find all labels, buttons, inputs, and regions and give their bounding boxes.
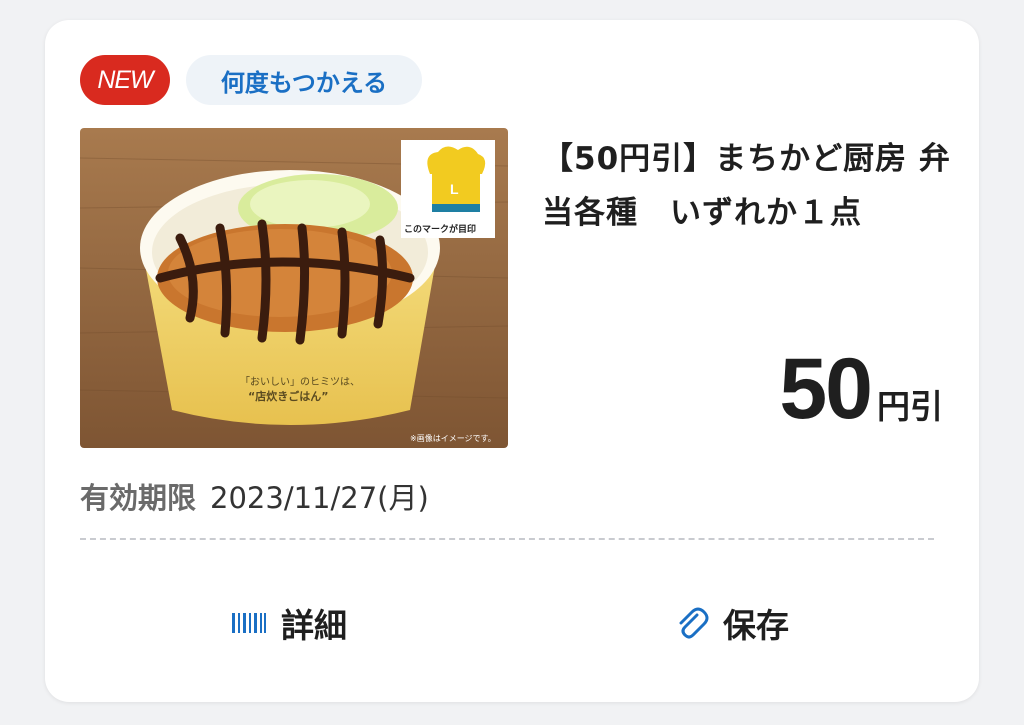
discount-amount: 50 円引 [779, 346, 943, 432]
reusable-badge: 何度もつかえる [186, 55, 422, 105]
coupon-card[interactable]: NEW 何度もつかえる 「おいしい」のヒミツは、 “店炊きごはん” L このマー… [45, 20, 979, 702]
paperclip-icon [673, 605, 709, 641]
reusable-badge-label: 何度もつかえる [220, 68, 388, 97]
coupon-title: 【50円引】まちかど厨房 弁当各種 いずれか１点 [542, 141, 951, 231]
dashed-divider [80, 538, 934, 540]
expiry-date: 有効期限 2023/11/27(月) [80, 475, 429, 517]
discount-unit: 円引 [877, 387, 943, 426]
svg-text:L: L [450, 181, 459, 197]
image-cup-text-2: “店炊きごはん” [248, 389, 328, 403]
expiry-value: 2023/11/27(月) [210, 481, 429, 515]
image-cup-text-1: 「おいしい」のヒミツは、 [240, 376, 360, 388]
product-image: 「おいしい」のヒミツは、 “店炊きごはん” L このマークが目印 ※画像はイメー… [80, 128, 508, 448]
detail-button-label: 詳細 [281, 606, 347, 645]
image-logo-caption: このマークが目印 [404, 223, 476, 235]
image-note: ※画像はイメージです。 [410, 433, 496, 443]
detail-button[interactable]: 詳細 [231, 595, 347, 651]
save-button[interactable]: 保存 [673, 595, 789, 651]
barcode-icon [231, 611, 267, 635]
save-button-label: 保存 [723, 606, 789, 645]
new-badge-label: NEW [97, 65, 153, 94]
discount-value: 50 [779, 341, 873, 437]
new-badge: NEW [80, 55, 170, 105]
expiry-label: 有効期限 [80, 481, 197, 515]
